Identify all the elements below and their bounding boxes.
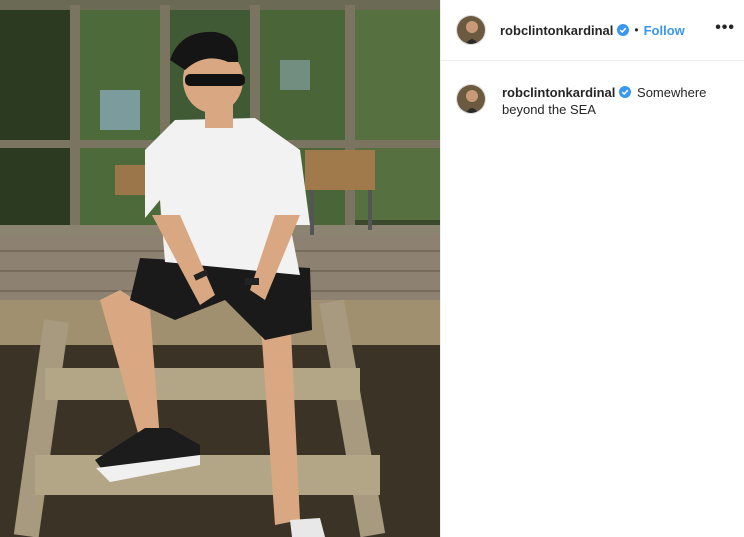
caption-comment: robclintonkardinal Somewhere beyond the … — [456, 84, 736, 118]
post-header: robclintonkardinal • Follow ••• — [441, 0, 744, 61]
more-options-icon[interactable]: ••• — [715, 20, 735, 36]
caption-text-block: robclintonkardinal Somewhere beyond the … — [502, 84, 722, 118]
username[interactable]: robclintonkardinal — [500, 23, 613, 38]
comment-avatar-image — [457, 85, 485, 113]
post-photo[interactable] — [0, 0, 440, 537]
verified-badge-icon — [617, 24, 630, 36]
comment-username[interactable]: robclintonkardinal — [502, 85, 615, 100]
comment-avatar[interactable] — [456, 84, 486, 114]
avatar-image — [457, 16, 485, 44]
follow-button[interactable]: Follow — [644, 23, 685, 38]
post-side-panel: robclintonkardinal • Follow ••• robclint… — [440, 0, 744, 537]
post-photo-illustration — [0, 0, 440, 537]
avatar[interactable] — [456, 15, 486, 45]
verified-badge-icon — [619, 86, 632, 98]
separator-dot: • — [634, 23, 639, 37]
